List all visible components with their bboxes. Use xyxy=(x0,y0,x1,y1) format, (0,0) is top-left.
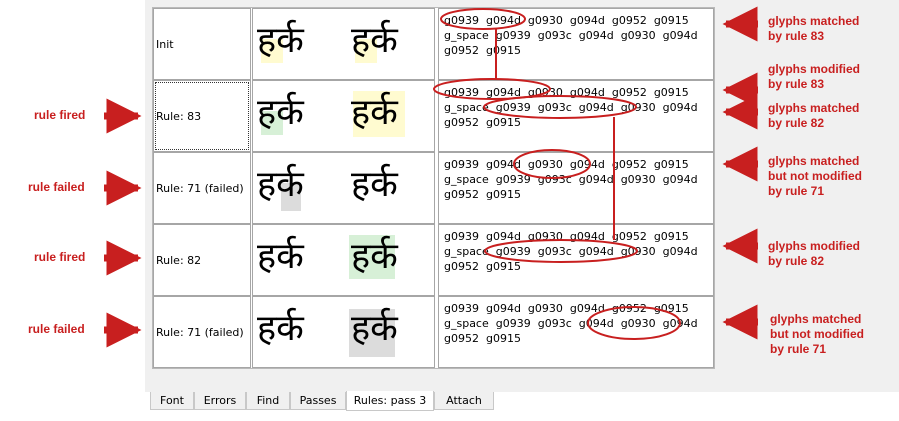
right-callout: glyphs matched by rule 83 xyxy=(768,14,859,44)
glyph-line: g0939 g094d g0930 g094d g0952 g0915 xyxy=(444,230,689,243)
glyph-line: g0952 g0915 xyxy=(444,44,521,57)
left-callout: rule fired xyxy=(34,250,86,264)
glyph-line: g0952 g0915 xyxy=(444,188,521,201)
right-callout: glyphs matched by rule 82 xyxy=(768,101,859,131)
glyph-word-original: हर्क xyxy=(257,164,304,205)
callout-line: glyphs modified xyxy=(768,239,861,253)
glyph-word-result: हर्क xyxy=(351,20,398,61)
glyph-render: हर्क हर्क xyxy=(252,80,435,152)
callout-line: by rule 83 xyxy=(768,29,825,43)
right-callout: glyphs modified by rule 83 xyxy=(768,62,860,92)
callout-line: by rule 83 xyxy=(768,77,825,91)
callout-line: but not modified xyxy=(770,327,864,341)
glyph-line: g0939 g094d g0930 g094d g0952 g0915 xyxy=(444,14,689,27)
rules-grid: Init हर्क हर्क g0939 g094d g0930 g094d g… xyxy=(152,7,715,369)
rule-row[interactable]: Init हर्क हर्क g0939 g094d g0930 g094d g… xyxy=(153,8,714,80)
rule-label[interactable]: Rule: 71 (failed) xyxy=(153,152,251,224)
tab-font[interactable]: Font xyxy=(150,392,194,410)
rule-row[interactable]: Rule: 71 (failed) हर्क हर्क g0939 g094d … xyxy=(153,296,714,368)
tab-passes[interactable]: Passes xyxy=(290,392,346,410)
glyph-word-original: हर्क xyxy=(257,20,304,61)
callout-line: glyphs matched xyxy=(768,14,860,28)
callout-line: but not modified xyxy=(768,169,862,183)
callout-line: by rule 71 xyxy=(768,184,825,198)
rule-label[interactable]: Init xyxy=(153,8,251,80)
rule-row[interactable]: Rule: 83 हर्क हर्क g0939 g094d g0930 g09… xyxy=(153,80,714,152)
glyph-line: g0939 g094d g0930 g094d g0952 g0915 xyxy=(444,158,689,171)
glyph-list: g0939 g094d g0930 g094d g0952 g0915 g_spa… xyxy=(438,8,714,80)
callout-line: glyphs modified xyxy=(768,62,861,76)
left-callout: rule fired xyxy=(34,108,86,122)
rule-label[interactable]: Rule: 83 xyxy=(153,80,251,152)
glyph-line: g0952 g0915 xyxy=(444,260,521,273)
tab-attach[interactable]: Attach xyxy=(434,392,494,410)
glyph-line: g_space g0939 g093c g094d g0930 g094d xyxy=(444,317,698,330)
tab-rules-pass-3[interactable]: Rules: pass 3 xyxy=(346,391,434,411)
glyph-list: g0939 g094d g0930 g094d g0952 g0915 g_spa… xyxy=(438,224,714,296)
glyph-line: g0939 g094d g0930 g094d g0952 g0915 xyxy=(444,302,689,315)
glyph-word-original: हर्क xyxy=(257,92,304,133)
rule-row[interactable]: Rule: 71 (failed) हर्क हर्क g0939 g094d … xyxy=(153,152,714,224)
left-callout: rule failed xyxy=(28,180,85,194)
glyph-word-original: हर्क xyxy=(257,236,304,277)
glyph-line: g0952 g0915 xyxy=(444,116,521,129)
glyph-line: g_space g0939 g093c g094d g0930 g094d xyxy=(444,101,698,114)
glyph-render: हर्क हर्क xyxy=(252,152,435,224)
glyph-line: g_space g0939 g093c g094d g0930 g094d xyxy=(444,173,698,186)
rule-label[interactable]: Rule: 82 xyxy=(153,224,251,296)
callout-line: by rule 82 xyxy=(768,254,825,268)
callout-line: glyphs matched xyxy=(768,101,860,115)
glyph-word-original: हर्क xyxy=(257,308,304,349)
glyph-word-result: हर्क xyxy=(351,308,398,349)
glyph-render: हर्क हर्क xyxy=(252,224,435,296)
callout-line: glyphs matched xyxy=(768,154,860,168)
glyph-line: g_space g0939 g093c g094d g0930 g094d xyxy=(444,29,698,42)
glyph-render: हर्क हर्क xyxy=(252,296,435,368)
callout-line: by rule 71 xyxy=(770,342,827,356)
glyph-word-result: हर्क xyxy=(351,92,398,133)
tab-find[interactable]: Find xyxy=(246,392,290,410)
glyph-list: g0939 g094d g0930 g094d g0952 g0915 g_spa… xyxy=(438,296,714,368)
rule-row[interactable]: Rule: 82 हर्क हर्क g0939 g094d g0930 g09… xyxy=(153,224,714,296)
callout-line: glyphs matched xyxy=(770,312,862,326)
glyph-line: g0952 g0915 xyxy=(444,332,521,345)
glyph-render: हर्क हर्क xyxy=(252,8,435,80)
callout-line: by rule 82 xyxy=(768,116,825,130)
right-callout: glyphs matched but not modified by rule 71 xyxy=(768,154,862,199)
left-callout: rule failed xyxy=(28,322,85,336)
right-callout: glyphs matched but not modified by rule 71 xyxy=(770,312,864,357)
tab-bar: Font Errors Find Passes Rules: pass 3 At… xyxy=(150,391,899,421)
rule-label[interactable]: Rule: 71 (failed) xyxy=(153,296,251,368)
tab-errors[interactable]: Errors xyxy=(194,392,246,410)
glyph-list: g0939 g094d g0930 g094d g0952 g0915 g_spa… xyxy=(438,152,714,224)
glyph-line: g0939 g094d g0930 g094d g0952 g0915 xyxy=(444,86,689,99)
glyph-word-result: हर्क xyxy=(351,236,398,277)
glyph-line: g_space g0939 g093c g094d g0930 g094d xyxy=(444,245,698,258)
glyph-word-result: हर्क xyxy=(351,164,398,205)
right-callout: glyphs modified by rule 82 xyxy=(768,239,860,269)
glyph-list: g0939 g094d g0930 g094d g0952 g0915 g_spa… xyxy=(438,80,714,152)
